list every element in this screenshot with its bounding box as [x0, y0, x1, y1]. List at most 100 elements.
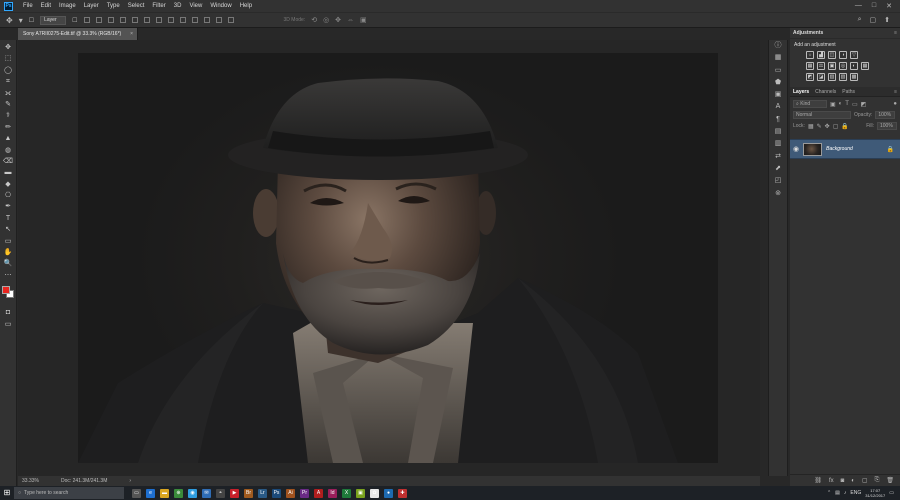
healing-brush-tool-icon[interactable]: ⚕: [2, 110, 15, 121]
start-button[interactable]: ⊞: [0, 486, 14, 500]
edit-toolbar-icon[interactable]: ⋯: [2, 270, 15, 281]
brush-tool-icon[interactable]: ✏: [2, 122, 15, 133]
taskbar-app-icon[interactable]: X: [342, 488, 351, 498]
taskbar-app-icon[interactable]: Pr: [300, 488, 309, 498]
taskbar-app-icon[interactable]: A: [314, 488, 323, 498]
scale-3d-icon[interactable]: ▣: [360, 16, 367, 24]
taskbar-app-icon[interactable]: ▶: [230, 488, 239, 498]
align-top-icon[interactable]: [83, 17, 90, 23]
rectangle-tool-icon[interactable]: ▭: [2, 236, 15, 247]
color-swatches[interactable]: [1, 285, 15, 301]
tab-channels[interactable]: Channels: [815, 89, 836, 95]
search-icon[interactable]: ⌕: [858, 16, 862, 24]
distribute-bottom-icon[interactable]: [179, 17, 186, 23]
link-layers-icon[interactable]: ⛓: [814, 477, 822, 484]
blend-mode-select[interactable]: Normal: [793, 111, 851, 119]
curves-icon[interactable]: ◫: [828, 51, 836, 59]
swatches-panel-icon[interactable]: ▣: [771, 89, 785, 101]
screen-mode-icon[interactable]: ▭: [2, 319, 15, 330]
auto-align-icon[interactable]: [227, 17, 234, 23]
posterize-icon[interactable]: ◪: [817, 73, 825, 81]
taskbar-app-icon[interactable]: ◉: [188, 488, 197, 498]
exposure-icon[interactable]: ◑: [839, 51, 847, 59]
hand-tool-icon[interactable]: ✋: [2, 247, 15, 258]
dodge-tool-icon[interactable]: ⎔: [2, 190, 15, 201]
adjustment-layer-icon[interactable]: ◐: [851, 478, 855, 484]
distribute-middle-icon[interactable]: [167, 17, 174, 23]
threshold-icon[interactable]: ▨: [828, 73, 836, 81]
filter-smart-object-icon[interactable]: ◩: [861, 101, 867, 108]
fill-input[interactable]: 100%: [877, 122, 897, 130]
menu-select[interactable]: Select: [124, 0, 149, 12]
tab-paths[interactable]: Paths: [842, 89, 855, 95]
foreground-color-swatch[interactable]: [2, 286, 10, 295]
close-tab-icon[interactable]: ×: [130, 28, 133, 40]
workspace-icon[interactable]: ▢: [870, 16, 877, 24]
menu-window[interactable]: Window: [206, 0, 235, 12]
taskbar-app-icon[interactable]: Ps: [272, 488, 281, 498]
distribute-top-icon[interactable]: [155, 17, 162, 23]
menu-file[interactable]: File: [19, 0, 37, 12]
new-layer-icon[interactable]: ⎘: [875, 477, 880, 484]
portrait-photo[interactable]: [78, 53, 718, 463]
maximize-button[interactable]: □: [872, 2, 876, 10]
menu-3d[interactable]: 3D: [170, 0, 186, 12]
minimize-button[interactable]: —: [855, 2, 862, 10]
histogram-panel-icon[interactable]: ▦: [771, 52, 785, 64]
eraser-tool-icon[interactable]: ⌫: [2, 156, 15, 167]
taskbar-app-icon[interactable]: Lr: [258, 488, 267, 498]
taskbar-app-icon[interactable]: Br: [244, 488, 253, 498]
paragraph-panel-icon[interactable]: ¶: [771, 114, 785, 126]
opacity-input[interactable]: 100%: [875, 111, 896, 119]
tool-presets-panel-icon[interactable]: ⬈: [771, 163, 785, 175]
tab-layers[interactable]: Layers: [793, 89, 809, 95]
volume-icon[interactable]: ♪: [844, 490, 847, 496]
clock[interactable]: 17:07 31/12/2017: [865, 488, 885, 498]
history-brush-tool-icon[interactable]: ◍: [2, 145, 15, 156]
levels-icon[interactable]: ▟: [817, 51, 825, 59]
distribute-left-icon[interactable]: [191, 17, 198, 23]
align-middle-icon[interactable]: [95, 17, 102, 23]
hue-saturation-icon[interactable]: ▦: [806, 62, 814, 70]
share-icon[interactable]: ⬆: [884, 16, 890, 24]
orbit-3d-icon[interactable]: ⟲: [311, 16, 317, 24]
path-selection-tool-icon[interactable]: ↖: [2, 224, 15, 235]
taskbar-app-icon[interactable]: ✿: [370, 488, 379, 498]
canvas-area[interactable]: [18, 40, 760, 476]
taskbar-app-icon[interactable]: ▣: [356, 488, 365, 498]
info-panel-icon[interactable]: ⓘ: [771, 40, 785, 52]
marquee-tool-icon[interactable]: ⬚: [2, 53, 15, 64]
blur-tool-icon[interactable]: ◆: [2, 179, 15, 190]
filter-toggle-icon[interactable]: ●: [893, 101, 897, 107]
taskbar-app-icon[interactable]: ⊕: [174, 488, 183, 498]
type-tool-icon[interactable]: T: [2, 213, 15, 224]
close-button[interactable]: ✕: [886, 2, 892, 10]
color-balance-icon[interactable]: ⚖: [817, 62, 825, 70]
navigator-panel-icon[interactable]: ▭: [771, 65, 785, 77]
taskbar-app-icon[interactable]: ▭: [132, 488, 141, 498]
selective-color-icon[interactable]: ▩: [850, 73, 858, 81]
adjustments-panel-header[interactable]: Adjustments ≡: [790, 28, 900, 39]
slide-3d-icon[interactable]: ⇔: [347, 17, 354, 24]
menu-filter[interactable]: Filter: [148, 0, 169, 12]
tray-overflow-icon[interactable]: ⌃: [827, 490, 831, 496]
photo-filter-icon[interactable]: ◎: [839, 62, 847, 70]
taskbar-app-icon[interactable]: ✉: [202, 488, 211, 498]
language-indicator[interactable]: ENG: [850, 490, 861, 496]
layer-style-icon[interactable]: fx: [829, 478, 834, 484]
move-tool-icon[interactable]: ✥: [2, 42, 15, 53]
taskbar-app-icon[interactable]: Ai: [286, 488, 295, 498]
layer-mask-icon[interactable]: ◙: [841, 478, 845, 484]
clone-source-panel-icon[interactable]: ◰: [771, 175, 785, 187]
channel-mixer-icon[interactable]: ◐: [850, 62, 858, 70]
character-styles-panel-icon[interactable]: ▤: [771, 126, 785, 138]
paragraph-styles-panel-icon[interactable]: ▥: [771, 138, 785, 150]
gradient-tool-icon[interactable]: ▬: [2, 167, 15, 178]
lock-position-icon[interactable]: ✥: [825, 123, 830, 130]
crop-tool-icon[interactable]: ⟗: [2, 88, 15, 99]
new-group-icon[interactable]: ▢: [862, 477, 868, 484]
align-left-icon[interactable]: [119, 17, 126, 23]
distribute-center-icon[interactable]: [203, 17, 210, 23]
network-icon[interactable]: ▤: [835, 490, 840, 496]
vibrance-icon[interactable]: ▽: [850, 51, 858, 59]
